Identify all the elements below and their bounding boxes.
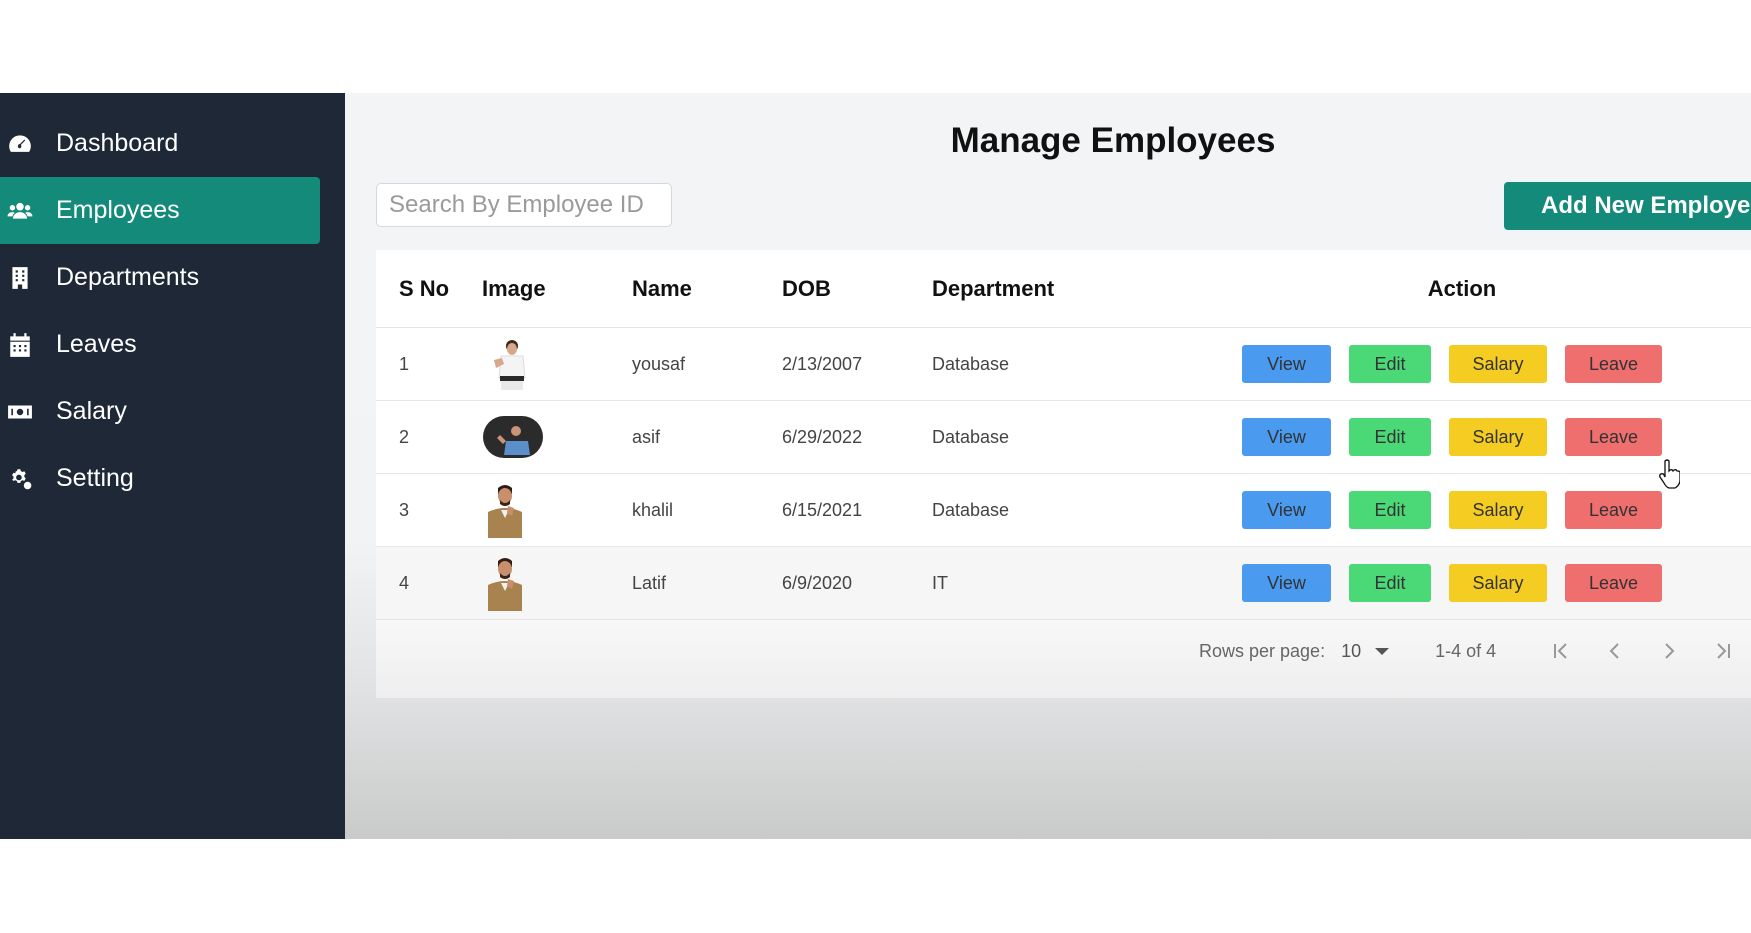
view-button[interactable]: View xyxy=(1242,345,1331,383)
cell-department: IT xyxy=(932,572,948,593)
column-header-dob[interactable]: DOB xyxy=(782,276,932,302)
search-input[interactable] xyxy=(376,183,672,227)
cell-image xyxy=(482,482,632,538)
employees-table: S No Image Name DOB Department Action 1 xyxy=(376,250,1751,698)
cell-name: Latif xyxy=(632,572,667,593)
employee-photo xyxy=(488,485,522,538)
rows-per-page-value: 10 xyxy=(1341,640,1362,661)
cell-actions: View Edit Salary Leave xyxy=(1242,418,1682,456)
column-header-department[interactable]: Department xyxy=(932,276,1242,302)
pagination: Rows per page: 10 1-4 of 4 xyxy=(376,616,1751,686)
sidebar-item-label: Departments xyxy=(56,263,200,291)
cell-name: asif xyxy=(632,426,661,447)
cell-department: Database xyxy=(932,426,1010,447)
app-window: Dashboard Employees Departments Leaves S… xyxy=(0,93,1751,839)
salary-button[interactable]: Salary xyxy=(1449,418,1547,456)
cell-department: Database xyxy=(932,353,1010,374)
cell-sno: 3 xyxy=(399,499,410,520)
sidebar: Dashboard Employees Departments Leaves S… xyxy=(0,93,345,839)
next-page-icon[interactable] xyxy=(1656,638,1682,664)
cell-department: Database xyxy=(932,499,1010,520)
cell-name: yousaf xyxy=(632,353,686,374)
salary-button[interactable]: Salary xyxy=(1449,491,1547,529)
cell-actions: View Edit Salary Leave xyxy=(1242,491,1682,529)
cell-actions: View Edit Salary Leave xyxy=(1242,564,1682,602)
cell-image xyxy=(482,415,632,459)
cell-dob: 6/15/2021 xyxy=(782,499,863,520)
calendar-icon xyxy=(6,331,34,359)
column-header-image[interactable]: Image xyxy=(482,276,632,302)
table-header: S No Image Name DOB Department Action xyxy=(376,250,1751,328)
pagination-range: 1-4 of 4 xyxy=(1435,640,1497,661)
users-icon xyxy=(6,197,34,225)
edit-button[interactable]: Edit xyxy=(1349,345,1431,383)
sidebar-item-departments[interactable]: Departments xyxy=(0,244,320,311)
money-icon xyxy=(6,398,34,426)
salary-button[interactable]: Salary xyxy=(1449,564,1547,602)
leave-button[interactable]: Leave xyxy=(1565,491,1662,529)
column-header-sno[interactable]: S No xyxy=(376,276,482,302)
sidebar-item-dashboard[interactable]: Dashboard xyxy=(0,110,320,177)
cell-dob: 6/29/2022 xyxy=(782,426,863,447)
edit-button[interactable]: Edit xyxy=(1349,418,1431,456)
cell-sno: 4 xyxy=(399,572,410,593)
view-button[interactable]: View xyxy=(1242,491,1331,529)
view-button[interactable]: View xyxy=(1242,564,1331,602)
employee-photo xyxy=(488,558,522,611)
salary-button[interactable]: Salary xyxy=(1449,345,1547,383)
main-content: Manage Employees Add New Employee S No I… xyxy=(345,93,1751,839)
sidebar-item-label: Dashboard xyxy=(56,129,179,157)
cell-dob: 6/9/2020 xyxy=(782,572,853,593)
employee-photo xyxy=(494,340,526,390)
last-page-icon[interactable] xyxy=(1710,638,1736,664)
first-page-icon[interactable] xyxy=(1548,638,1574,664)
caret-down-icon xyxy=(1375,647,1390,655)
column-header-name[interactable]: Name xyxy=(632,276,782,302)
cell-sno: 2 xyxy=(399,426,410,447)
cell-image xyxy=(482,336,632,392)
cell-sno: 1 xyxy=(399,353,410,374)
sidebar-item-label: Salary xyxy=(56,397,127,425)
sidebar-item-label: Employees xyxy=(56,196,180,224)
column-header-action: Action xyxy=(1427,275,1497,301)
edit-button[interactable]: Edit xyxy=(1349,491,1431,529)
edit-button[interactable]: Edit xyxy=(1349,564,1431,602)
gauge-icon xyxy=(6,130,34,158)
add-employee-button[interactable]: Add New Employee xyxy=(1504,182,1751,230)
gears-icon xyxy=(6,465,34,493)
table-row: 4 Latif 6/9/2020 IT View Edit Salary Lea… xyxy=(376,547,1751,620)
sidebar-item-label: Setting xyxy=(56,464,134,492)
cell-image xyxy=(482,555,632,611)
cell-name: khalil xyxy=(632,499,674,520)
table-row: 3 khalil 6/15/2021 Database View Edit Sa… xyxy=(376,474,1751,547)
table-row: 2 asif 6/29/2022 Database View Edit Sala… xyxy=(376,401,1751,474)
leave-button[interactable]: Leave xyxy=(1565,564,1662,602)
cell-dob: 2/13/2007 xyxy=(782,353,863,374)
leave-button[interactable]: Leave xyxy=(1565,345,1662,383)
building-icon xyxy=(6,264,34,292)
rows-per-page-label: Rows per page: xyxy=(1199,640,1326,661)
rows-per-page-select[interactable]: 10 xyxy=(1341,640,1390,662)
table-row: 1 yousaf 2/13/2007 Database View Edit Sa… xyxy=(376,328,1751,401)
view-button[interactable]: View xyxy=(1242,418,1331,456)
cell-actions: View Edit Salary Leave xyxy=(1242,345,1682,383)
prev-page-icon[interactable] xyxy=(1602,638,1628,664)
page-title: Manage Employees xyxy=(950,121,1276,160)
sidebar-item-label: Leaves xyxy=(56,330,137,358)
sidebar-item-employees[interactable]: Employees xyxy=(0,177,320,244)
sidebar-item-setting[interactable]: Setting xyxy=(0,445,320,512)
sidebar-item-salary[interactable]: Salary xyxy=(0,378,320,445)
leave-button[interactable]: Leave xyxy=(1565,418,1662,456)
employee-photo xyxy=(483,416,543,458)
sidebar-item-leaves[interactable]: Leaves xyxy=(0,311,320,378)
